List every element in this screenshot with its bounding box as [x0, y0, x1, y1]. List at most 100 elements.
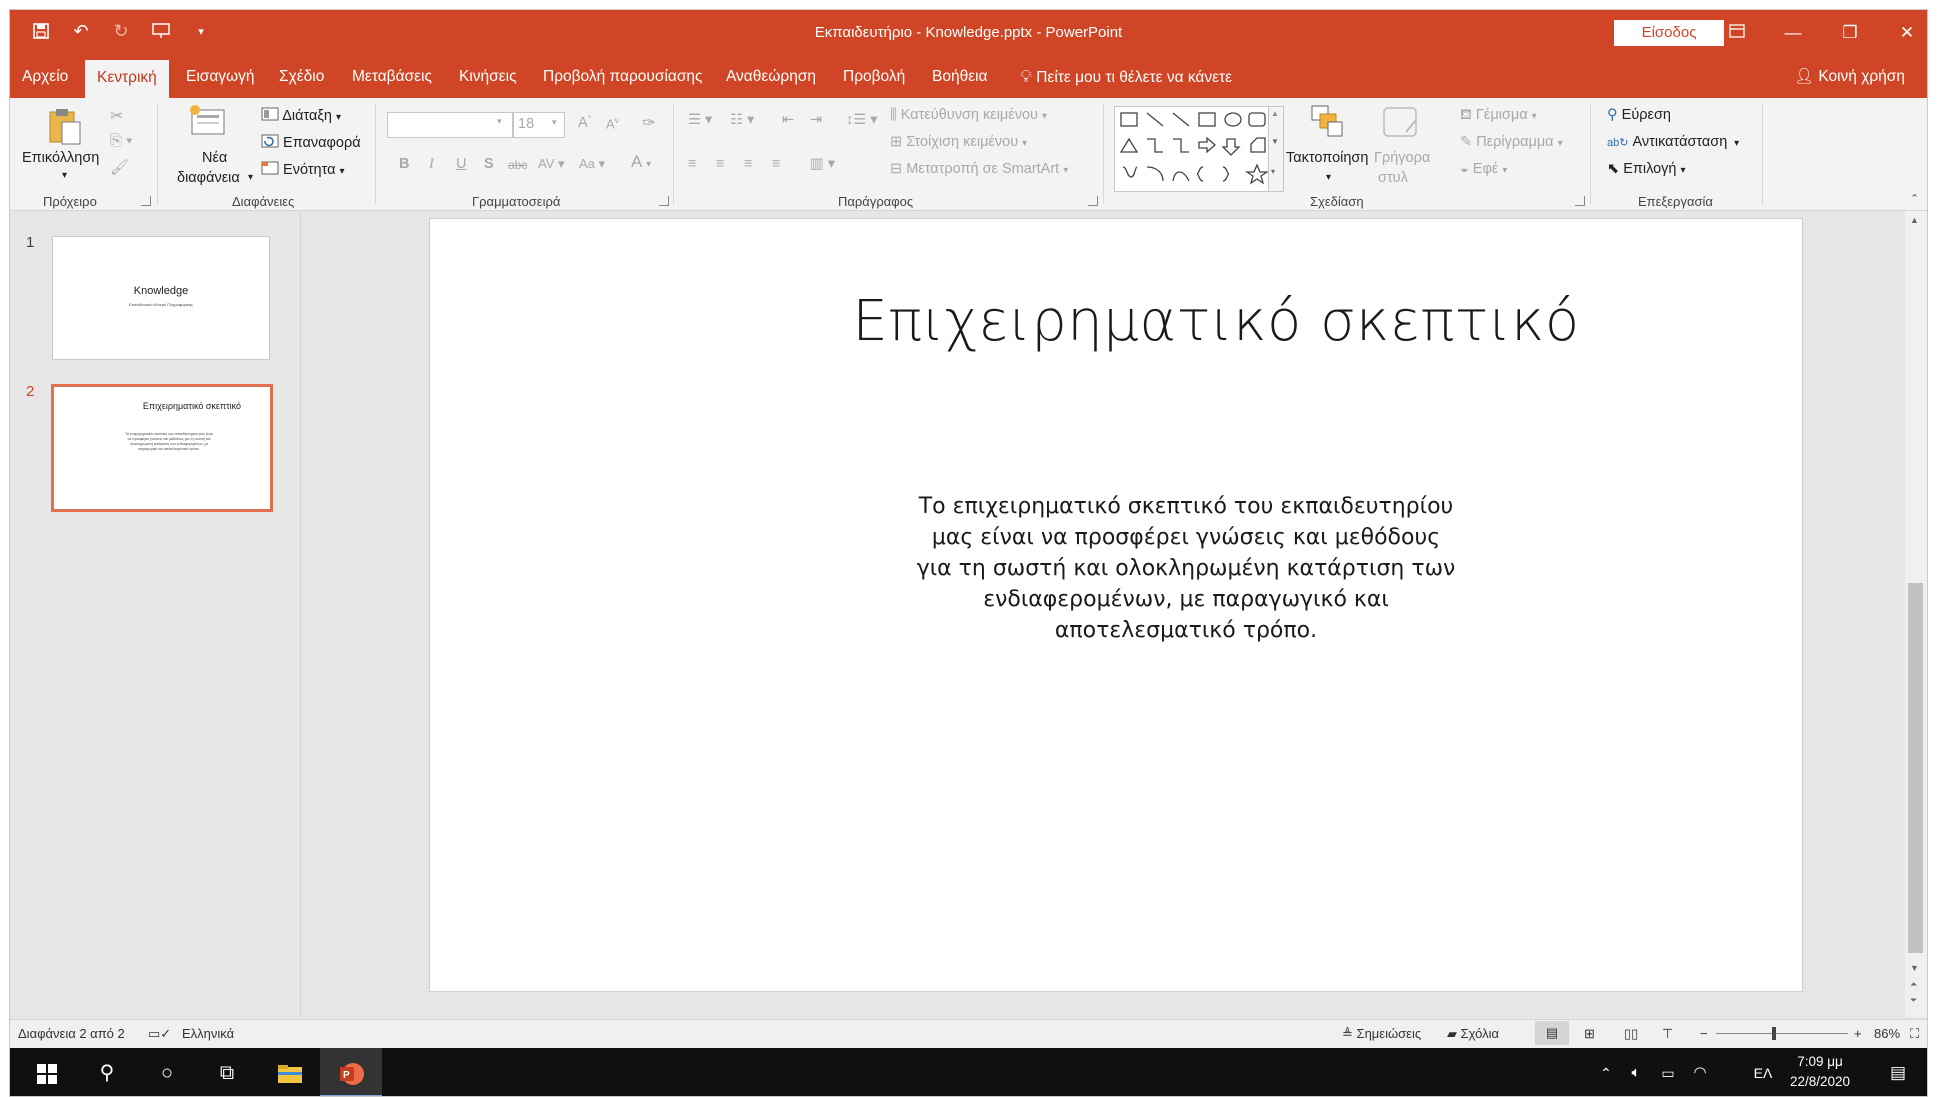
show-hidden-icons-icon[interactable]: ⌃	[1594, 1048, 1618, 1096]
notes-button[interactable]: ≜ Σημειώσεις	[1342, 1026, 1421, 1042]
smartart-button[interactable]: ⊟ Μετατροπή σε SmartArt ▾	[890, 161, 1068, 177]
vertical-scrollbar[interactable]: ▲ ▼ ⏶ ⏷	[1905, 211, 1927, 1017]
arrange-icon[interactable]	[1308, 102, 1346, 144]
slide-thumbnail-2[interactable]: Επιχειρηματικό σκεπτικό Το επιχειρηματικ…	[51, 384, 273, 512]
zoom-in-icon[interactable]: +	[1854, 1026, 1862, 1041]
bold-icon[interactable]: B	[399, 156, 409, 172]
ribbon-display-options-icon[interactable]	[1722, 18, 1752, 48]
change-case-icon[interactable]: Aa ▾	[579, 156, 605, 172]
decrease-indent-icon[interactable]: ⇤	[782, 112, 794, 128]
shapes-gallery[interactable]	[1114, 106, 1284, 192]
minimize-icon[interactable]: —	[1778, 18, 1808, 48]
arrange-dropdown-icon[interactable]: ▾	[1326, 172, 1331, 183]
italic-icon[interactable]: I	[429, 156, 434, 173]
tab-insert[interactable]: Εισαγωγή	[186, 56, 255, 98]
normal-view-icon[interactable]: ▤	[1535, 1021, 1569, 1045]
tab-view[interactable]: Προβολή	[843, 56, 905, 98]
select-button[interactable]: ⬉ Επιλογή ▾	[1607, 161, 1686, 177]
zoom-slider-thumb[interactable]	[1772, 1027, 1776, 1040]
increase-font-icon[interactable]: A^	[578, 114, 591, 131]
strikethrough-icon[interactable]: abc	[508, 158, 527, 172]
quick-styles-label-1[interactable]: Γρήγορα	[1374, 150, 1430, 166]
scroll-thumb[interactable]	[1908, 583, 1923, 953]
section-button[interactable]: Ενότητα ▾	[261, 161, 345, 179]
powerpoint-taskbar-icon[interactable]: P	[320, 1048, 382, 1096]
wifi-icon[interactable]: ◠	[1688, 1048, 1712, 1096]
spelling-icon[interactable]: ▭✓	[148, 1026, 171, 1042]
paste-dropdown-icon[interactable]: ▾	[62, 170, 67, 181]
quick-styles-label-2[interactable]: στυλ	[1378, 170, 1408, 186]
zoom-level[interactable]: 86%	[1874, 1026, 1900, 1041]
shapes-down-icon[interactable]: ▼	[1271, 137, 1279, 146]
align-text-button[interactable]: ⊞ Στοίχιση κειμένου ▾	[890, 134, 1027, 150]
zoom-out-icon[interactable]: −	[1700, 1026, 1708, 1041]
justify-icon[interactable]: ≡	[772, 156, 780, 172]
decrease-font-icon[interactable]: Av	[606, 116, 619, 131]
shapes-scroll[interactable]: ▲ ▼ ▾	[1268, 106, 1284, 192]
slide-editor[interactable]: Επιχειρηματικό σκεπτικό Το επιχειρηματικ…	[301, 211, 1916, 1017]
align-left-icon[interactable]: ≡	[688, 156, 696, 172]
tell-me-search[interactable]: 💡︎ Πείτε μου τι θέλετε να κάνετε	[1020, 56, 1232, 98]
taskbar-clock[interactable]: 7:09 μμ 22/8/2020	[1780, 1052, 1860, 1092]
font-name-dropdown-icon[interactable]: ▾	[497, 116, 502, 127]
font-color-icon[interactable]: A ▾	[631, 152, 651, 172]
shapes-up-icon[interactable]: ▲	[1271, 109, 1279, 118]
start-icon[interactable]	[24, 1048, 70, 1096]
slideshow-view-icon[interactable]: ⊤	[1662, 1026, 1673, 1042]
line-spacing-icon[interactable]: ↕☰ ▾	[846, 112, 878, 128]
fit-to-window-icon[interactable]: ⛶	[1910, 1026, 1919, 1042]
scroll-down-icon[interactable]: ▼	[1910, 963, 1919, 973]
share-button[interactable]: 👤︎ Κοινή χρήση	[1794, 56, 1905, 98]
arrange-button[interactable]: Τακτοποίηση	[1286, 150, 1368, 166]
paragraph-launcher-icon[interactable]	[1088, 196, 1098, 206]
increase-indent-icon[interactable]: ⇥	[810, 112, 822, 128]
new-slide-icon[interactable]	[188, 104, 228, 142]
bullets-icon[interactable]: ☰ ▾	[688, 112, 712, 128]
collapse-ribbon-icon[interactable]: ⌃	[1910, 192, 1919, 205]
clear-formatting-icon[interactable]: ✑	[642, 113, 655, 133]
search-icon[interactable]: ⚲	[84, 1048, 130, 1096]
reset-button[interactable]: Επαναφορά	[261, 134, 361, 152]
cortana-icon[interactable]: ○	[144, 1048, 190, 1096]
new-slide-label-2[interactable]: διαφάνεια	[177, 170, 240, 186]
paste-button[interactable]: Επικόλληση	[22, 150, 99, 166]
tab-home[interactable]: Κεντρική	[85, 60, 169, 98]
close-icon[interactable]: ✕	[1892, 18, 1922, 48]
comments-button[interactable]: ▰ Σχόλια	[1447, 1026, 1499, 1042]
paste-icon[interactable]	[44, 106, 84, 150]
format-painter-icon[interactable]: 🖌︎	[110, 158, 129, 176]
signin-button[interactable]: Είσοδος	[1614, 20, 1724, 46]
drawing-launcher-icon[interactable]	[1575, 196, 1585, 206]
slide-body[interactable]: Το επιχειρηματικό σκεπτικό του εκπαιδευτ…	[830, 491, 1542, 646]
quick-styles-icon[interactable]	[1382, 102, 1420, 144]
notifications-icon[interactable]: ▤	[1880, 1048, 1916, 1096]
tab-review[interactable]: Αναθεώρηση	[726, 56, 816, 98]
find-button[interactable]: ⚲ Εύρεση	[1607, 107, 1671, 123]
previous-slide-icon[interactable]: ⏶	[1910, 979, 1917, 990]
file-explorer-icon[interactable]	[264, 1048, 316, 1096]
zoom-slider[interactable]	[1716, 1033, 1848, 1034]
font-name-input[interactable]	[387, 112, 513, 138]
shadow-icon[interactable]: S	[484, 156, 494, 172]
tab-design[interactable]: Σχέδιο	[279, 56, 324, 98]
align-center-icon[interactable]: ≡	[716, 156, 724, 172]
next-slide-icon[interactable]: ⏷	[1910, 995, 1917, 1006]
battery-icon[interactable]: ▭	[1656, 1048, 1680, 1096]
clipboard-launcher-icon[interactable]	[141, 196, 151, 206]
numbering-icon[interactable]: ☷ ▾	[730, 112, 754, 128]
shape-fill-button[interactable]: ⛾ Γέμισμα ▾	[1460, 107, 1537, 125]
reading-view-icon[interactable]: ▯▯	[1624, 1026, 1638, 1042]
text-direction-button[interactable]: ⫼ Κατεύθυνση κειμένου ▾	[890, 107, 1047, 123]
new-slide-label-1[interactable]: Νέα	[202, 150, 227, 166]
tab-help[interactable]: Βοήθεια	[932, 56, 988, 98]
layout-button[interactable]: Διάταξη ▾	[261, 107, 341, 125]
font-launcher-icon[interactable]	[659, 196, 669, 206]
character-spacing-icon[interactable]: AV ▾	[538, 156, 565, 172]
shape-outline-button[interactable]: ✎ Περίγραμμα ▾	[1460, 134, 1563, 150]
tab-file[interactable]: Αρχείο	[22, 56, 68, 98]
underline-icon[interactable]: U	[456, 156, 466, 172]
slide-sorter-icon[interactable]: ⊞	[1584, 1026, 1595, 1042]
scroll-up-icon[interactable]: ▲	[1910, 215, 1919, 225]
volume-icon[interactable]: 🔈︎	[1624, 1048, 1648, 1096]
shapes-more-icon[interactable]: ▾	[1271, 167, 1275, 176]
